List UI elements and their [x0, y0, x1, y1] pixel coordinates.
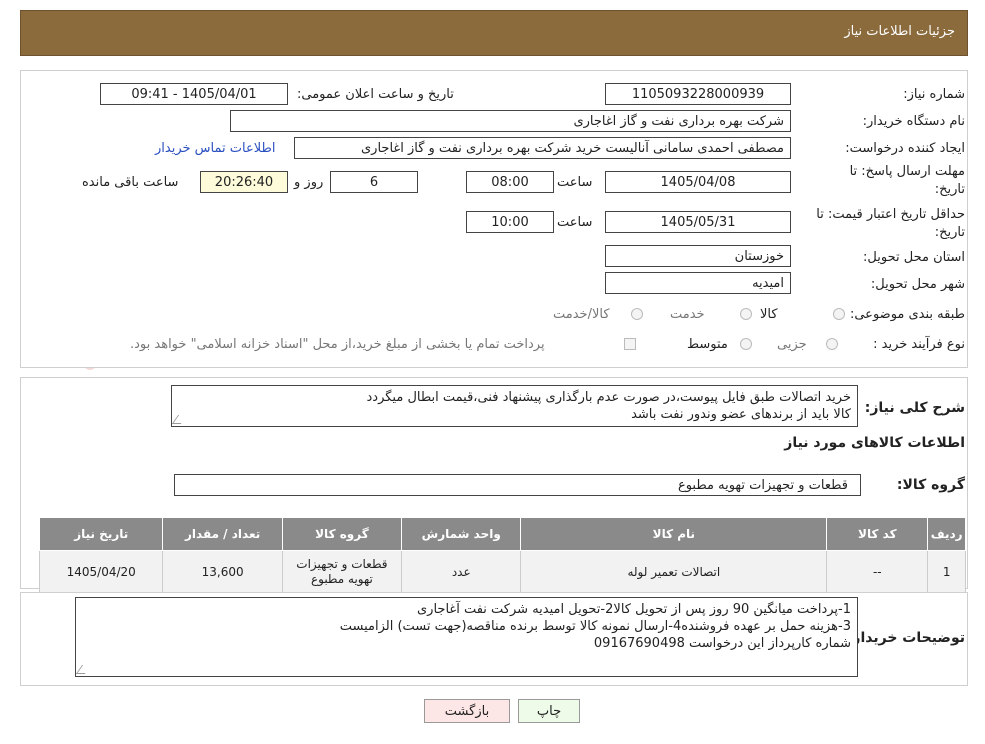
buyer-notes-textarea[interactable]: 1-پرداخت میانگین 90 روز پس از تحویل کالا…: [75, 597, 858, 677]
creator-label: ایجاد کننده درخواست:: [845, 141, 965, 156]
page-header: جزئیات اطلاعات نیاز: [20, 10, 968, 56]
cell-need-date: 1405/04/20: [38, 550, 164, 594]
validity-time-field: 10:00: [466, 211, 554, 233]
time-remaining-field: 20:26:40: [200, 171, 288, 193]
col-header-group: گروه کالا: [281, 517, 403, 551]
treasury-payment-checkbox[interactable]: [624, 338, 636, 350]
cell-code: --: [826, 550, 929, 594]
process-option-minor: جزیی: [777, 337, 807, 352]
cell-unit: عدد: [401, 550, 522, 594]
process-radio-medium[interactable]: [740, 338, 752, 350]
announce-date-label: تاریخ و ساعت اعلان عمومی:: [297, 87, 454, 102]
category-option-both: کالا/خدمت: [553, 307, 610, 322]
city-field: امیدیه: [605, 272, 791, 294]
deadline-date-field: 1405/04/08: [605, 171, 791, 193]
province-field: خوزستان: [605, 245, 791, 267]
goods-group-label: گروه کالا:: [896, 477, 965, 493]
goods-table: ردیف کد کالا نام کالا واحد شمارش گروه کا…: [38, 517, 966, 594]
table-row: 1 -- اتصالات تعمیر لوله عدد قطعات و تجهی…: [38, 550, 966, 594]
buyer-notes-line-1: 1-پرداخت میانگین 90 روز پس از تحویل کالا…: [417, 602, 851, 617]
col-header-unit: واحد شمارش: [401, 517, 522, 551]
buyer-org-label: نام دستگاه خریدار:: [862, 114, 965, 129]
buyer-notes-line-2: 3-هزینه حمل بر عهده فروشنده4-ارسال نمونه…: [339, 619, 851, 634]
cell-name: اتصالات تعمیر لوله: [520, 550, 828, 594]
category-radio-both[interactable]: [631, 308, 643, 320]
treasury-payment-note: پرداخت تمام یا بخشی از مبلغ خرید،از محل …: [130, 337, 545, 352]
deadline-label: مهلت ارسال پاسخ: تا: [849, 164, 965, 179]
time-remaining-label: ساعت باقی مانده: [82, 175, 179, 190]
description-label: شرح کلی نیاز:: [864, 400, 965, 416]
province-label: استان محل تحویل:: [863, 250, 965, 265]
description-textarea[interactable]: خرید اتصالات طبق فایل پیوست،در صورت عدم …: [171, 385, 858, 427]
validity-label: حداقل تاریخ اعتبار قیمت: تا: [816, 207, 965, 222]
category-option-service: خدمت: [670, 307, 705, 322]
goods-info-title: اطلاعات کالاهای مورد نیاز: [784, 435, 965, 451]
days-remaining-field: 6: [330, 171, 418, 193]
cell-row-number: 1: [927, 550, 966, 594]
col-header-row-number: ردیف: [927, 517, 966, 551]
cell-group: قطعات و تجهیزات تهویه مطبوع: [281, 550, 403, 594]
validity-label-date: تاریخ:: [934, 225, 965, 240]
back-button[interactable]: بازگشت: [424, 699, 510, 723]
buyer-contact-link[interactable]: اطلاعات تماس خریدار: [155, 141, 275, 156]
process-radio-minor[interactable]: [826, 338, 838, 350]
cell-quantity: 13,600: [162, 550, 283, 594]
need-number-field: 1105093228000939: [605, 83, 791, 105]
resize-grip-icon[interactable]: [75, 665, 92, 674]
description-line-2: کالا باید از برندهای عضو وندور نفت باشد: [631, 407, 851, 422]
description-line-1: خرید اتصالات طبق فایل پیوست،در صورت عدم …: [366, 390, 852, 405]
category-label: طبقه بندی موضوعی:: [849, 307, 965, 322]
table-header-row: ردیف کد کالا نام کالا واحد شمارش گروه کا…: [38, 517, 966, 551]
page-title: جزئیات اطلاعات نیاز: [844, 24, 955, 39]
goods-group-field: قطعات و تجهیزات تهویه مطبوع: [174, 474, 861, 496]
col-header-quantity: تعداد / مقدار: [162, 517, 283, 551]
category-radio-goods[interactable]: [833, 308, 845, 320]
category-option-goods: کالا: [760, 307, 778, 322]
process-option-medium: متوسط: [687, 337, 728, 352]
creator-field: مصطفی احمدی سامانی آنالیست خرید شرکت بهر…: [294, 137, 791, 159]
validity-hour-label: ساعت: [557, 215, 593, 230]
col-header-need-date: تاریخ نیاز: [38, 517, 164, 551]
deadline-time-field: 08:00: [466, 171, 554, 193]
print-button[interactable]: چاپ: [518, 699, 580, 723]
buyer-org-field: شرکت بهره برداری نفت و گاز اغاجاری: [230, 110, 791, 132]
need-number-label: شماره نیاز:: [903, 87, 965, 102]
category-radio-service[interactable]: [740, 308, 752, 320]
process-label: نوع فرآیند خرید :: [873, 337, 965, 352]
announce-date-field: 1405/04/01 - 09:41: [100, 83, 288, 105]
col-header-name: نام کالا: [520, 517, 828, 551]
deadline-label-date: تاریخ:: [934, 182, 965, 197]
days-label: روز و: [294, 175, 324, 190]
deadline-hour-label: ساعت: [557, 175, 593, 190]
buyer-notes-line-3: شماره کارپرداز این درخواست 09167690498: [593, 636, 851, 651]
city-label: شهر محل تحویل:: [870, 277, 965, 292]
validity-date-field: 1405/05/31: [605, 211, 791, 233]
buyer-notes-label: توضیحات خریدار:: [846, 630, 965, 646]
col-header-code: کد کالا: [826, 517, 929, 551]
